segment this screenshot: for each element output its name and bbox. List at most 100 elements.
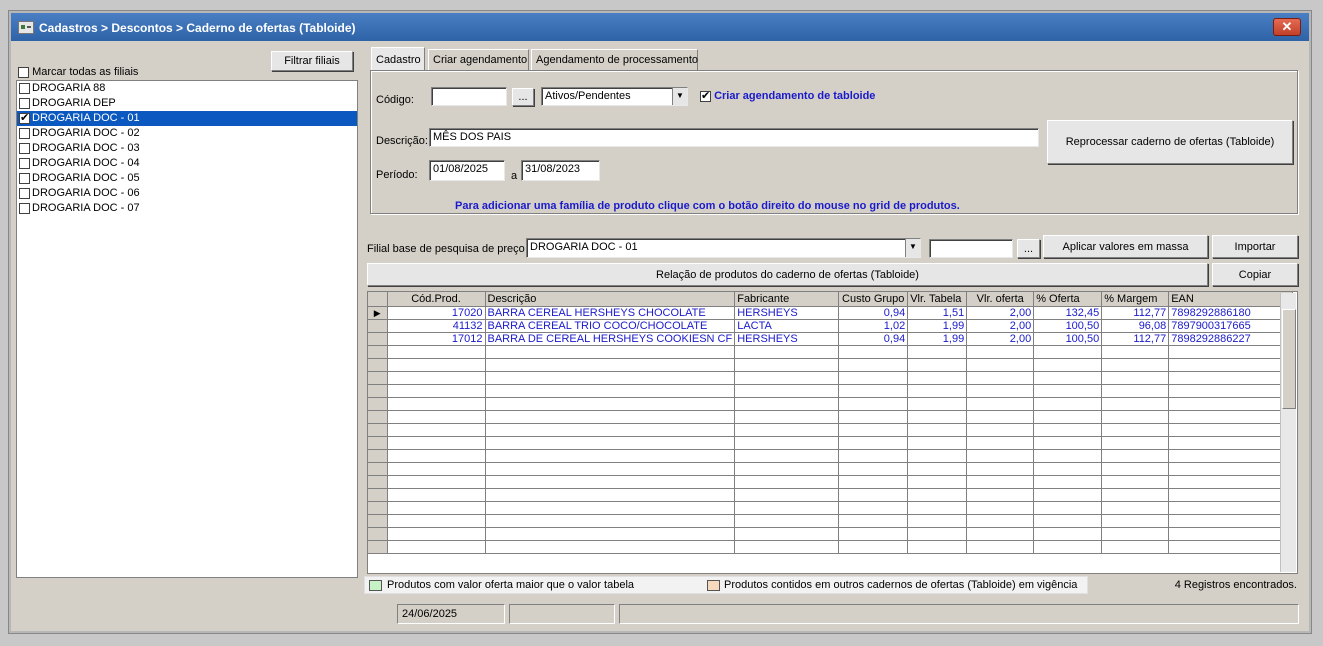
branch-list[interactable]: DROGARIA 88 DROGARIA DEP DROGARIA DOC - 01…	[16, 80, 358, 578]
table-cell[interactable]	[485, 397, 736, 411]
empty-row[interactable]	[368, 514, 1294, 528]
branch-checkbox[interactable]	[19, 187, 30, 199]
table-cell[interactable]: 7898292886227	[1168, 332, 1294, 346]
scrollbar-thumb[interactable]	[1282, 309, 1296, 409]
branch-item[interactable]: DROGARIA DEP	[17, 96, 357, 111]
table-cell[interactable]	[1168, 462, 1294, 476]
table-cell[interactable]	[1033, 514, 1103, 528]
table-cell[interactable]	[387, 449, 486, 463]
empty-row[interactable]	[368, 540, 1294, 554]
table-cell[interactable]	[734, 345, 840, 359]
empty-row[interactable]	[368, 410, 1294, 424]
table-cell[interactable]	[838, 345, 909, 359]
table-cell[interactable]	[485, 345, 736, 359]
table-cell[interactable]	[1033, 488, 1103, 502]
table-cell[interactable]	[1033, 345, 1103, 359]
table-cell[interactable]	[387, 358, 486, 372]
table-cell[interactable]: 1,99	[907, 319, 968, 333]
table-cell[interactable]	[966, 501, 1035, 515]
table-cell[interactable]	[1033, 410, 1103, 424]
table-cell[interactable]	[734, 488, 840, 502]
table-cell[interactable]	[1168, 540, 1294, 554]
table-cell[interactable]	[1033, 540, 1103, 554]
table-cell[interactable]	[485, 501, 736, 515]
empty-row[interactable]	[368, 527, 1294, 541]
table-cell[interactable]: HERSHEYS	[734, 306, 840, 320]
table-cell[interactable]	[1168, 475, 1294, 489]
table-cell[interactable]	[907, 423, 968, 437]
empty-row[interactable]	[368, 371, 1294, 385]
table-row[interactable]: 17012 BARRA DE CEREAL HERSHEYS COOKIESN C…	[368, 332, 1294, 346]
table-cell[interactable]	[734, 462, 840, 476]
grid-scrollbar[interactable]	[1280, 293, 1296, 572]
table-cell[interactable]: 17020	[387, 306, 486, 320]
col-header-pct-oferta[interactable]: % Oferta	[1033, 292, 1103, 307]
table-cell[interactable]	[838, 384, 909, 398]
period-start-input[interactable]: 01/08/2025	[429, 160, 505, 181]
table-cell[interactable]	[838, 527, 909, 541]
row-indicator[interactable]	[368, 319, 388, 333]
mass-value-input[interactable]	[929, 239, 1013, 258]
table-cell[interactable]	[1101, 384, 1170, 398]
table-cell[interactable]	[1101, 410, 1170, 424]
table-cell[interactable]	[907, 371, 968, 385]
table-cell[interactable]	[485, 488, 736, 502]
table-cell[interactable]	[1101, 540, 1170, 554]
table-cell[interactable]	[966, 345, 1035, 359]
table-cell[interactable]	[907, 397, 968, 411]
table-cell[interactable]	[907, 384, 968, 398]
table-cell[interactable]	[907, 345, 968, 359]
table-cell[interactable]	[966, 514, 1035, 528]
apply-mass-button[interactable]: Aplicar valores em massa	[1043, 235, 1208, 258]
products-grid[interactable]: Cód.Prod. Descrição Fabricante Custo Gru…	[367, 291, 1298, 574]
table-cell[interactable]	[1168, 514, 1294, 528]
empty-row[interactable]	[368, 462, 1294, 476]
col-header-vlr-tabela[interactable]: Vlr. Tabela	[907, 292, 968, 307]
base-branch-select[interactable]: DROGARIA DOC - 01 ▼	[526, 238, 921, 258]
row-indicator[interactable]	[368, 423, 388, 437]
table-cell[interactable]	[387, 423, 486, 437]
table-cell[interactable]: 112,77	[1101, 332, 1170, 346]
table-cell[interactable]	[1101, 397, 1170, 411]
table-cell[interactable]	[1033, 527, 1103, 541]
table-cell[interactable]	[485, 436, 736, 450]
table-cell[interactable]: 1,51	[907, 306, 968, 320]
tab-criar-agendamento[interactable]: Criar agendamento	[428, 49, 529, 71]
col-header-fabricante[interactable]: Fabricante	[734, 292, 840, 307]
empty-row[interactable]	[368, 397, 1294, 411]
table-cell[interactable]	[838, 501, 909, 515]
table-cell[interactable]: 132,45	[1033, 306, 1103, 320]
branch-item[interactable]: DROGARIA DOC - 06	[17, 186, 357, 201]
status-select[interactable]: Ativos/Pendentes ▼	[541, 87, 688, 106]
table-cell[interactable]	[1033, 397, 1103, 411]
table-cell[interactable]	[1101, 475, 1170, 489]
row-indicator[interactable]	[368, 488, 388, 502]
table-cell[interactable]	[907, 501, 968, 515]
table-cell[interactable]	[387, 371, 486, 385]
branch-checkbox[interactable]	[19, 111, 30, 126]
row-indicator[interactable]	[368, 345, 388, 359]
table-cell[interactable]	[1101, 488, 1170, 502]
table-cell[interactable]	[734, 371, 840, 385]
table-cell[interactable]	[907, 436, 968, 450]
filter-branches-button[interactable]: Filtrar filiais	[271, 51, 353, 71]
empty-row[interactable]	[368, 449, 1294, 463]
descricao-input[interactable]: MÊS DOS PAIS	[429, 128, 1039, 147]
table-cell[interactable]	[387, 397, 486, 411]
col-header-custo-grupo[interactable]: Custo Grupo	[838, 292, 909, 307]
table-cell[interactable]	[485, 449, 736, 463]
col-header-pct-margem[interactable]: % Margem	[1101, 292, 1170, 307]
table-cell[interactable]	[1168, 527, 1294, 541]
table-cell[interactable]	[838, 358, 909, 372]
import-button[interactable]: Importar	[1212, 235, 1298, 258]
schedule-checkbox-row[interactable]: Criar agendamento de tabloide	[700, 89, 875, 102]
table-cell[interactable]	[1101, 436, 1170, 450]
table-cell[interactable]: 2,00	[966, 332, 1035, 346]
table-cell[interactable]	[485, 423, 736, 437]
table-cell[interactable]	[1101, 345, 1170, 359]
table-cell[interactable]	[966, 488, 1035, 502]
branch-item[interactable]: DROGARIA 88	[17, 81, 357, 96]
relation-button[interactable]: Relação de produtos do caderno de oferta…	[367, 263, 1208, 286]
table-cell[interactable]	[1168, 410, 1294, 424]
row-indicator[interactable]	[368, 397, 388, 411]
